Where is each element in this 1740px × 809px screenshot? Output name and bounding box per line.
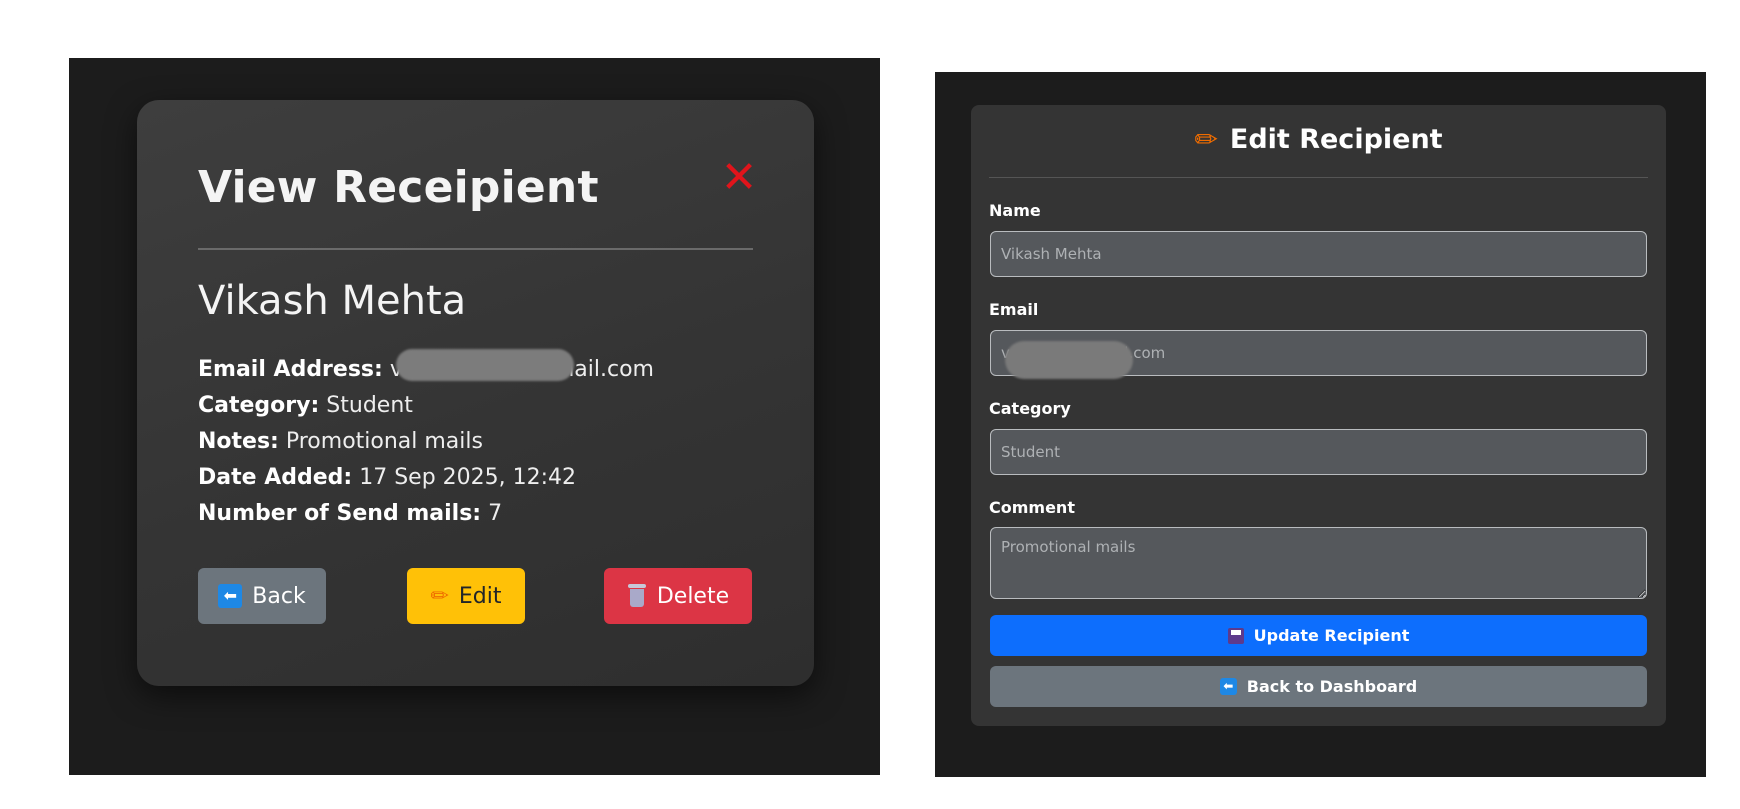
back-button-label: Back bbox=[252, 583, 306, 609]
edit-recipient-screen: ✏ Edit Recipient Name Email Category Com… bbox=[935, 72, 1706, 777]
pencil-icon: ✏ bbox=[430, 583, 449, 609]
recipient-details: Email Address: vmail.com Category: Stude… bbox=[198, 349, 758, 532]
detail-value: 17 Sep 2025, 12:42 bbox=[359, 465, 577, 490]
edit-button[interactable]: ✏ Edit bbox=[407, 568, 525, 624]
detail-label: Date Added: bbox=[198, 465, 353, 490]
recipient-name: Vikash Mehta bbox=[198, 278, 467, 324]
view-recipient-screen: View Receipient ✕ Vikash Mehta Email Add… bbox=[69, 58, 880, 775]
back-to-dashboard-button[interactable]: ⬅ Back to Dashboard bbox=[990, 666, 1647, 707]
email-label: Email bbox=[989, 300, 1039, 319]
detail-value: Promotional mails bbox=[285, 429, 483, 454]
edit-recipient-card: ✏ Edit Recipient Name Email Category Com… bbox=[971, 105, 1666, 726]
detail-send-count: Number of Send mails: 7 bbox=[198, 496, 758, 532]
divider bbox=[198, 248, 753, 250]
detail-email: Email Address: vmail.com bbox=[198, 349, 758, 388]
edit-title-text: Edit Recipient bbox=[1229, 124, 1443, 155]
detail-date-added: Date Added: 17 Sep 2025, 12:42 bbox=[198, 460, 758, 496]
detail-category: Category: Student bbox=[198, 388, 758, 424]
delete-button-label: Delete bbox=[656, 583, 730, 609]
redaction-smudge bbox=[395, 349, 574, 381]
close-icon[interactable]: ✕ bbox=[719, 156, 759, 200]
detail-value: 7 bbox=[488, 501, 503, 526]
name-label: Name bbox=[989, 201, 1041, 220]
detail-label: Email Address: bbox=[198, 357, 383, 382]
detail-label: Category: bbox=[198, 393, 320, 418]
email-value: vmail.com bbox=[390, 349, 654, 388]
detail-label: Notes: bbox=[198, 429, 279, 454]
page-title: ✏ Edit Recipient bbox=[971, 123, 1666, 156]
comment-label: Comment bbox=[989, 498, 1075, 517]
edit-button-label: Edit bbox=[458, 583, 502, 609]
wastebasket-icon bbox=[627, 584, 647, 608]
dashboard-button-label: Back to Dashboard bbox=[1246, 677, 1418, 696]
pencil-icon: ✏ bbox=[1194, 123, 1218, 156]
detail-value: Student bbox=[326, 393, 413, 418]
floppy-disk-icon bbox=[1227, 627, 1244, 644]
name-field[interactable] bbox=[990, 231, 1647, 277]
category-field[interactable] bbox=[990, 429, 1647, 475]
left-arrow-icon: ⬅ bbox=[218, 584, 243, 608]
category-label: Category bbox=[989, 399, 1071, 418]
divider bbox=[989, 177, 1648, 178]
detail-notes: Notes: Promotional mails bbox=[198, 424, 758, 460]
page-title: View Receipient bbox=[198, 162, 599, 213]
update-button-label: Update Recipient bbox=[1253, 626, 1410, 645]
detail-label: Number of Send mails: bbox=[198, 501, 482, 526]
left-arrow-icon: ⬅ bbox=[1219, 678, 1237, 695]
back-button[interactable]: ⬅ Back bbox=[198, 568, 326, 624]
delete-button[interactable]: Delete bbox=[604, 568, 752, 624]
view-recipient-card: View Receipient ✕ Vikash Mehta Email Add… bbox=[137, 100, 814, 686]
update-recipient-button[interactable]: Update Recipient bbox=[990, 615, 1647, 656]
comment-field[interactable] bbox=[990, 527, 1647, 599]
email-field[interactable] bbox=[990, 330, 1647, 376]
